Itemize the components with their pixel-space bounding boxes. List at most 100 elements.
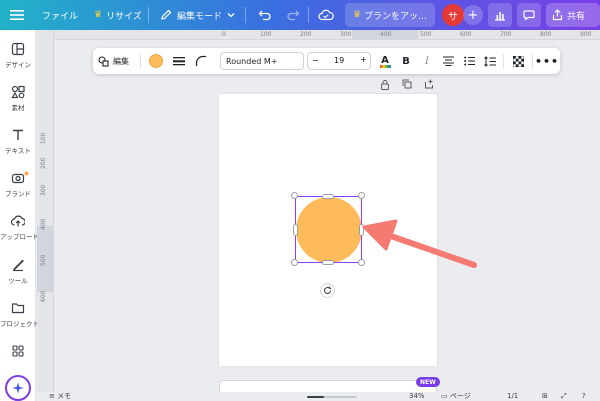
resize-button[interactable]: ♛ リサイズ (94, 0, 142, 30)
avatar[interactable]: サ (442, 4, 464, 26)
apps-icon (12, 345, 24, 357)
element-toolbar: 編集 Rounded M+ − 19 + A B I ••• (93, 48, 560, 74)
file-menu-label: ファイル (42, 11, 79, 22)
zoom-slider[interactable] (307, 396, 357, 398)
checkerboard-icon (512, 55, 524, 67)
grid-view-button[interactable]: ⊞ (542, 392, 548, 401)
ruler-tick-label: 500 (420, 31, 432, 38)
notes-label: メモ (57, 392, 72, 400)
topbar-divider (148, 7, 149, 23)
ruler-left: 100 200 300 400 500 600 (37, 30, 54, 401)
transparency-button[interactable] (511, 48, 525, 74)
sidebar-item-apps[interactable] (0, 344, 36, 358)
sidebar-item-text[interactable]: テキスト (0, 128, 36, 155)
upgrade-plan-label: プランをアッ… (364, 11, 428, 22)
lock-page-button[interactable] (379, 78, 391, 90)
italic-button[interactable]: I (420, 48, 434, 74)
notes-button[interactable]: ≡ メモ (49, 392, 71, 401)
font-size-increase-button[interactable]: + (360, 55, 367, 64)
help-button[interactable]: ? (582, 392, 586, 401)
chevron-down-icon (227, 13, 235, 18)
add-page-button[interactable] (423, 78, 435, 90)
topbar-divider (308, 7, 309, 23)
crown-icon: ♛ (94, 10, 103, 20)
share-button[interactable]: 共有 (546, 3, 600, 27)
ruler-tick-label: 700 (500, 31, 512, 38)
ruler-tick-label: 600 (460, 31, 472, 38)
resize-handle-top-left[interactable] (291, 192, 298, 199)
border-style-button[interactable] (171, 48, 187, 74)
corner-rounding-button[interactable] (193, 48, 209, 74)
comment-icon (523, 10, 535, 21)
more-options-button[interactable]: ••• (535, 48, 558, 74)
font-size-input[interactable]: 19 (334, 56, 344, 65)
sidebar-item-projects[interactable]: プロジェクト (0, 301, 39, 328)
save-status-button[interactable] (318, 0, 334, 30)
ruler-tick-label: 300 (340, 31, 352, 38)
resize-handle-top[interactable] (322, 194, 334, 199)
ruler-tick-label: 100 (260, 31, 272, 38)
sidebar-item-label: ブランド (5, 190, 31, 198)
topbar-divider (245, 7, 246, 23)
sidebar-item-tools[interactable]: ツール (0, 258, 36, 285)
ruler-tick-label: 800 (540, 31, 552, 38)
redo-button[interactable] (286, 0, 300, 30)
toolbar-divider (503, 54, 504, 68)
font-size-decrease-button[interactable]: − (312, 56, 319, 65)
fullscreen-button[interactable]: ⤢ (561, 392, 567, 401)
comment-button[interactable] (517, 3, 541, 27)
cloud-check-icon (318, 9, 334, 21)
premium-star-icon: ★ (22, 169, 30, 178)
edit-element-button[interactable]: 編集 (98, 48, 129, 74)
ruler-tick-label: 200 (300, 31, 312, 38)
resize-handle-top-right[interactable] (358, 192, 365, 199)
sidebar: デザイン 素材 テキスト ★ ブランド アップロード ツール プロジェクト (0, 30, 39, 401)
resize-handle-left[interactable] (293, 224, 298, 236)
resize-handle-bottom[interactable] (322, 260, 334, 265)
pages-label: ページ (449, 392, 471, 400)
ruler-tick-label: 400 (380, 31, 392, 38)
page-count: 1/1 (507, 392, 519, 400)
edit-mode-button[interactable]: 編集モード (160, 0, 235, 30)
corner-radius-icon (195, 55, 206, 66)
sidebar-item-uploads[interactable]: アップロード (0, 214, 39, 241)
fill-color-button[interactable] (148, 48, 164, 74)
sidebar-item-elements[interactable]: 素材 (0, 85, 36, 112)
redo-icon (287, 10, 300, 21)
pages-button[interactable]: ▭ ページ (441, 392, 471, 401)
list-button[interactable] (462, 48, 476, 74)
crown-icon: ♛ (352, 10, 362, 20)
undo-button[interactable] (258, 0, 272, 30)
upload-icon (11, 215, 25, 227)
plus-icon: + (467, 7, 479, 23)
magic-assistant-button[interactable] (5, 375, 31, 401)
menu-button[interactable] (10, 0, 26, 30)
text-color-button[interactable]: A (378, 48, 392, 74)
font-family-value: Rounded M+ (226, 56, 278, 66)
pages-icon: ▭ (441, 392, 450, 400)
insights-button[interactable] (488, 3, 512, 27)
tools-icon (13, 259, 24, 272)
zoom-slider-fill (307, 396, 324, 398)
lock-icon (381, 79, 389, 90)
file-menu-button[interactable]: ファイル (42, 0, 78, 30)
upgrade-plan-button[interactable]: ♛ プランをアッ… (345, 3, 435, 27)
sidebar-item-label: ツール (8, 277, 28, 285)
duplicate-page-button[interactable] (401, 78, 413, 90)
sidebar-item-brand[interactable]: ★ ブランド (0, 169, 36, 198)
bold-button[interactable]: B (399, 48, 413, 74)
spacing-button[interactable] (483, 48, 497, 74)
zoom-level[interactable]: 34% (409, 392, 425, 401)
bullet-list-icon (463, 56, 475, 66)
invite-button[interactable]: + (463, 5, 483, 25)
bar-chart-icon (495, 12, 505, 21)
sidebar-item-design[interactable]: デザイン (0, 42, 36, 69)
font-family-select[interactable]: Rounded M+ (220, 52, 304, 70)
copy-icon (402, 79, 412, 89)
rotate-handle[interactable] (320, 283, 335, 298)
layout-icon (11, 42, 25, 56)
align-button[interactable] (441, 48, 455, 74)
resize-handle-bottom-left[interactable] (291, 259, 298, 266)
edit-element-label: 編集 (113, 56, 129, 66)
toolbar-divider (532, 54, 533, 68)
